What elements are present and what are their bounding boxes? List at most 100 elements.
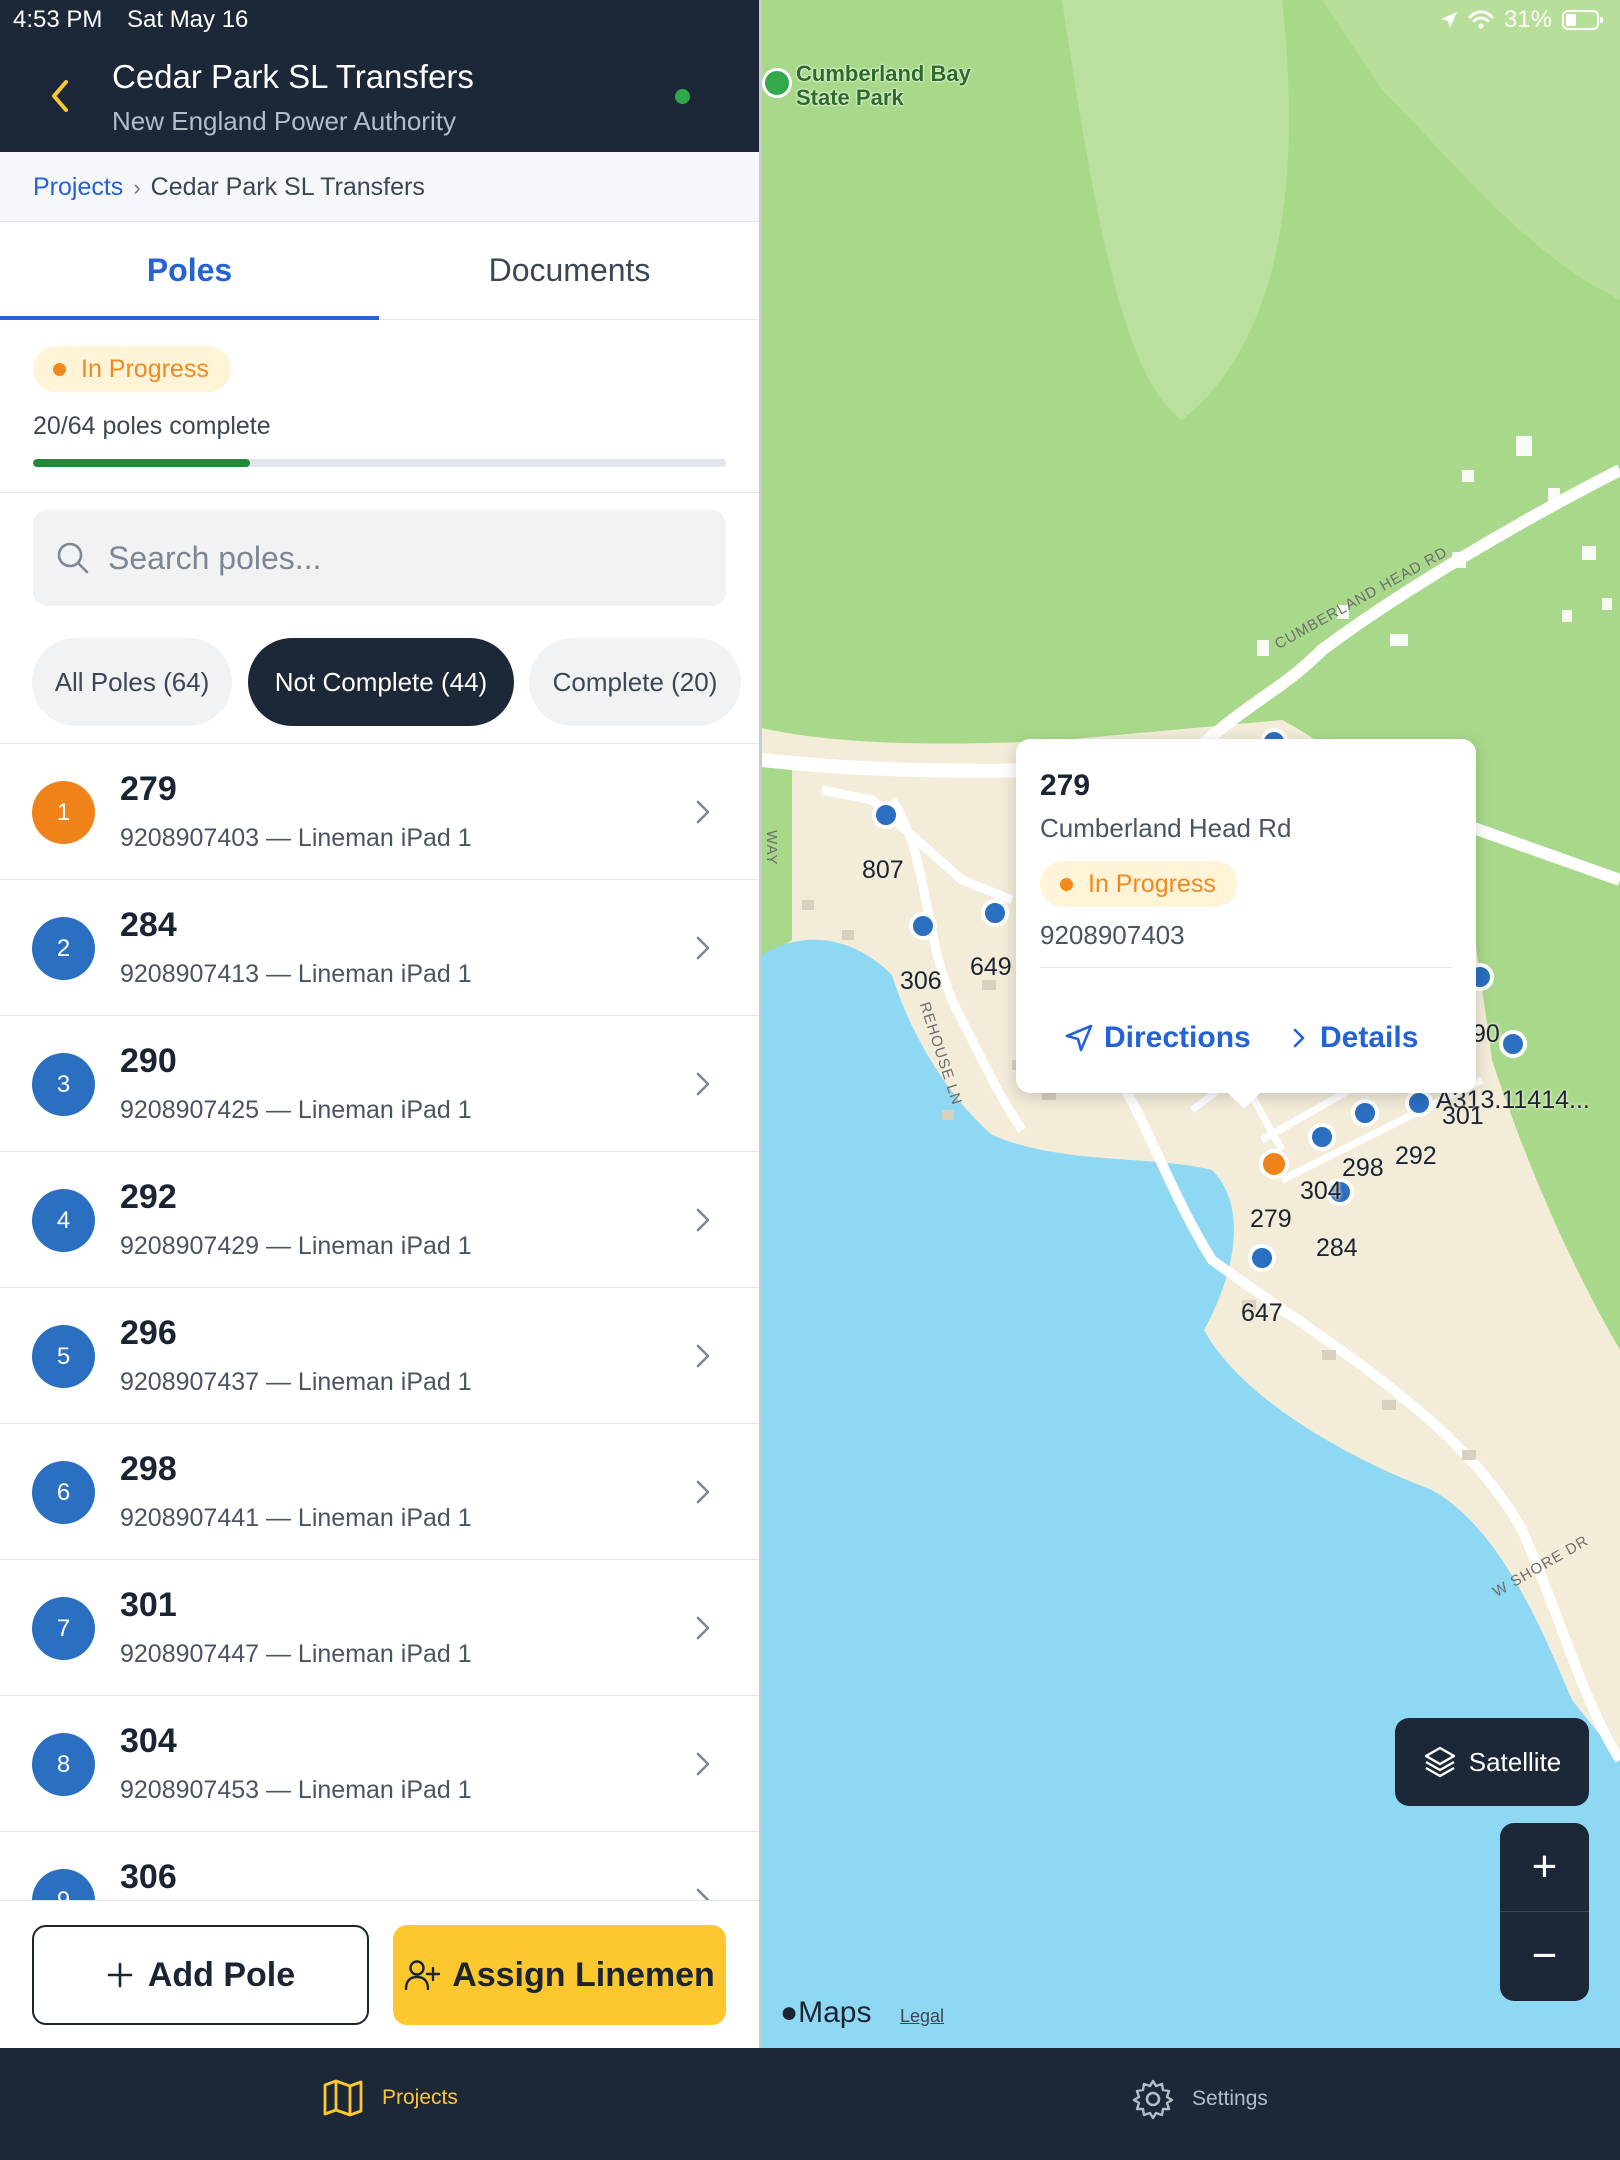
pin-label[interactable]: 301 [1442,1102,1484,1131]
pole-meta: 9208907441 — Lineman iPad 1 [120,1504,472,1532]
location-arrow-icon [1440,12,1457,28]
project-client: New England Power Authority [112,106,456,136]
status-date: Sat May 16 [127,6,249,33]
chevron-right-icon [696,1072,710,1096]
chevron-right-icon [696,1344,710,1368]
pole-index-badge: 4 [32,1189,95,1252]
map-icon [323,2079,363,2117]
apple-logo-icon: ● [780,1996,799,2029]
pole-index-badge: 2 [32,917,95,980]
pole-row[interactable]: 4 292 9208907429 — Lineman iPad 1 [0,1152,759,1288]
project-status-badge: In Progress [33,346,231,392]
park-icon[interactable] [762,68,792,98]
back-chevron-icon[interactable] [44,76,78,116]
pole-popup: 279 Cumberland Head Rd In Progress 92089… [1016,739,1476,1109]
pin-label[interactable]: 90 [1472,1020,1500,1049]
pole-number: 298 [120,1450,177,1488]
divider [0,492,759,493]
pin-label[interactable]: 649 [970,953,1012,982]
filter-all-poles[interactable]: All Poles (64) [32,638,232,726]
add-pole-button[interactable]: Add Pole [32,1925,369,2025]
progress-bar [33,459,726,467]
assign-linemen-label: Assign Linemen [452,1955,715,1994]
progress-text: 20/64 poles complete [33,412,271,440]
map-view[interactable]: 31% Cumberland Bay State Park CUMBERLAND… [762,0,1620,2048]
pole-row[interactable]: 2 284 9208907413 — Lineman iPad 1 [0,880,759,1016]
breadcrumb-current: Cedar Park SL Transfers [150,173,425,201]
directions-button[interactable]: Directions [1064,1021,1251,1055]
search-box [33,510,726,606]
park-label[interactable]: Cumberland Bay State Park [796,62,971,110]
tab-bar: Poles Documents [0,222,759,320]
pin-label[interactable]: 304 [1300,1177,1342,1206]
navigation-arrow-icon [1065,1024,1093,1052]
pin-label[interactable]: 284 [1316,1234,1358,1263]
search-input[interactable] [108,510,708,606]
zoom-out-button[interactable]: − [1500,1912,1589,2001]
tab-documents[interactable]: Documents [380,222,759,320]
chevron-right-icon [696,1888,710,1900]
pin-label[interactable]: 306 [900,967,942,996]
pole-row[interactable]: 5 296 9208907437 — Lineman iPad 1 [0,1288,759,1424]
directions-label: Directions [1104,1021,1251,1054]
pole-number: 306 [120,1858,177,1896]
pole-number: 301 [120,1586,177,1624]
pin-label[interactable]: 279 [1250,1205,1292,1234]
popup-pole-id: 9208907403 [1040,920,1185,950]
pole-meta: 9208907413 — Lineman iPad 1 [120,960,472,988]
project-title: Cedar Park SL Transfers [112,58,474,95]
status-time: 4:53 PM [13,6,103,33]
details-button[interactable]: Details [1292,1021,1418,1055]
zoom-in-button[interactable]: + [1500,1823,1589,1912]
pole-row[interactable]: 1 279 9208907403 — Lineman iPad 1 [0,744,759,880]
pole-index-badge: 6 [32,1461,95,1524]
pole-row[interactable]: 7 301 9208907447 — Lineman iPad 1 [0,1560,759,1696]
pin-label[interactable]: 298 [1342,1154,1384,1183]
assign-linemen-button[interactable]: Assign Linemen [393,1925,726,2025]
maps-attribution-text: Maps [798,1996,872,2029]
pin-label[interactable]: 807 [862,856,904,885]
layers-icon [1424,1746,1455,1778]
pole-row[interactable]: 9 306 [0,1832,759,1900]
satellite-label: Satellite [1468,1746,1562,1777]
pole-meta: 9208907425 — Lineman iPad 1 [120,1096,472,1124]
nav-projects-label: Projects [382,2086,458,2109]
pole-index-badge: 8 [32,1733,95,1796]
pole-row[interactable]: 8 304 9208907453 — Lineman iPad 1 [0,1696,759,1832]
popup-status-badge: In Progress [1040,861,1238,907]
pole-number: 284 [120,906,177,944]
breadcrumb-projects-link[interactable]: Projects [33,173,123,201]
maps-attribution: ●Maps [780,1996,871,2030]
pole-row[interactable]: 3 290 9208907425 — Lineman iPad 1 [0,1016,759,1152]
pin-label[interactable]: 292 [1395,1142,1437,1171]
pole-index-badge: 3 [32,1053,95,1116]
popup-divider [1040,967,1452,968]
plus-icon [107,1962,133,1988]
pole-number: 304 [120,1722,177,1760]
filter-complete[interactable]: Complete (20) [529,638,741,726]
search-icon [57,542,89,574]
pole-meta: 9208907447 — Lineman iPad 1 [120,1640,472,1668]
pole-number: 296 [120,1314,177,1352]
pole-row[interactable]: 6 298 9208907441 — Lineman iPad 1 [0,1424,759,1560]
nav-settings[interactable]: Settings [1132,2078,1268,2120]
nav-settings-label: Settings [1192,2087,1268,2110]
chevron-right-icon [1293,1028,1305,1048]
pole-meta: 9208907429 — Lineman iPad 1 [120,1232,472,1260]
road-label-way: WAY [763,830,780,866]
legal-link[interactable]: Legal [900,2006,944,2027]
satellite-toggle-button[interactable]: Satellite [1395,1718,1589,1806]
battery-icon [1562,10,1603,30]
tab-poles[interactable]: Poles [0,222,379,320]
chevron-right-icon [696,1616,710,1640]
pole-number: 290 [120,1042,177,1080]
filter-not-complete[interactable]: Not Complete (44) [248,638,514,726]
pole-number: 279 [120,770,177,808]
breadcrumb-separator: › [133,175,141,200]
poles-panel: 4:53 PM Sat May 16 Cedar Park SL Transfe… [0,0,759,2048]
pole-meta: 9208907437 — Lineman iPad 1 [120,1368,472,1396]
chevron-right-icon [696,936,710,960]
nav-projects[interactable]: Projects [322,2078,458,2118]
pin-label[interactable]: 647 [1241,1299,1283,1328]
status-bar-right: 31% [1440,6,1604,34]
